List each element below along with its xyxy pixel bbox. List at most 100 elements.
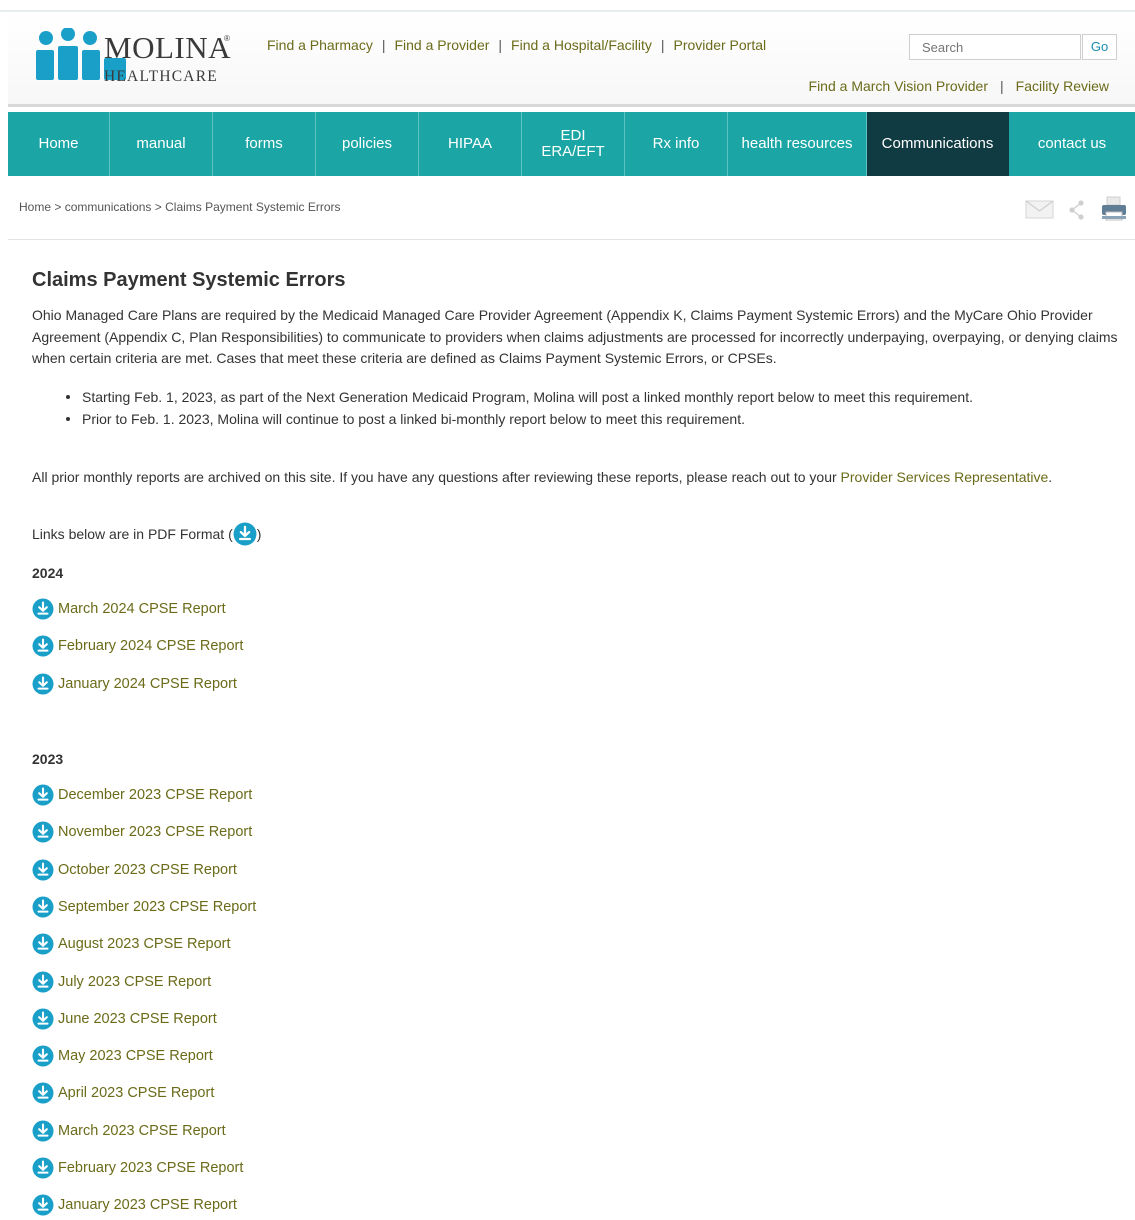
- report-link[interactable]: April 2023 CPSE Report: [58, 1085, 214, 1101]
- list-item: Prior to Feb. 1. 2023, Molina will conti…: [63, 408, 973, 430]
- download-icon[interactable]: [32, 1194, 54, 1216]
- share-icon[interactable]: [1067, 198, 1087, 222]
- pdf-note-close: ): [256, 526, 262, 542]
- nav-contact-us[interactable]: contact us: [1009, 112, 1135, 176]
- download-icon[interactable]: [32, 1157, 54, 1179]
- intro-paragraph: Ohio Managed Care Plans are required by …: [32, 307, 1118, 366]
- find-provider-link[interactable]: Find a Provider: [394, 37, 489, 53]
- utility-links: Find a Pharmacy | Find a Provider | Find a H…: [267, 37, 766, 53]
- site-header: MOLINA HEALTHCARE ® Find a Pharmacy | Find…: [8, 12, 1135, 107]
- download-icon[interactable]: [32, 971, 54, 993]
- report-link-row[interactable]: March 2024 CPSE Report: [32, 597, 226, 621]
- download-icon[interactable]: [32, 673, 54, 695]
- report-link[interactable]: July 2023 CPSE Report: [58, 974, 211, 990]
- report-link[interactable]: May 2023 CPSE Report: [58, 1048, 213, 1064]
- report-link[interactable]: February 2024 CPSE Report: [58, 638, 243, 654]
- nav-policies[interactable]: policies: [316, 112, 419, 176]
- march-vision-link[interactable]: Find a March Vision Provider: [809, 78, 988, 94]
- list-item: Starting Feb. 1, 2023, as part of the Ne…: [63, 386, 973, 408]
- report-link-row[interactable]: March 2023 CPSE Report: [32, 1119, 226, 1143]
- main-nav: Home manual forms policies HIPAA EDI ERA…: [8, 112, 1135, 176]
- logo-subtext: HEALTHCARE: [104, 68, 218, 85]
- download-icon[interactable]: [32, 821, 54, 843]
- download-icon: [233, 522, 257, 546]
- download-icon[interactable]: [32, 1082, 54, 1104]
- nav-manual[interactable]: manual: [110, 112, 213, 176]
- report-link-row[interactable]: February 2024 CPSE Report: [32, 634, 243, 658]
- breadcrumb-separator: >: [54, 200, 62, 214]
- breadcrumb-communications[interactable]: communications: [65, 200, 152, 214]
- download-icon[interactable]: [32, 859, 54, 881]
- download-icon[interactable]: [32, 635, 54, 657]
- provider-services-link[interactable]: Provider Services Representative: [841, 469, 1049, 485]
- nav-edi-line2: ERA/EFT: [541, 143, 605, 160]
- report-link-row[interactable]: January 2024 CPSE Report: [32, 672, 237, 696]
- molina-logo[interactable]: MOLINA HEALTHCARE ®: [34, 28, 234, 85]
- report-link[interactable]: October 2023 CPSE Report: [58, 862, 237, 878]
- download-icon[interactable]: [32, 933, 54, 955]
- report-link-row[interactable]: January 2023 CPSE Report: [32, 1193, 237, 1217]
- download-icon[interactable]: [32, 1045, 54, 1067]
- nav-home[interactable]: Home: [8, 112, 110, 176]
- search-input[interactable]: [909, 34, 1081, 60]
- year-heading-2024: 2024: [32, 565, 64, 581]
- report-link[interactable]: August 2023 CPSE Report: [58, 936, 231, 952]
- nav-edi-line1: EDI: [560, 127, 586, 144]
- report-link[interactable]: June 2023 CPSE Report: [58, 1011, 217, 1027]
- breadcrumb-current: Claims Payment Systemic Errors: [165, 200, 341, 214]
- report-link-row[interactable]: February 2023 CPSE Report: [32, 1156, 243, 1180]
- top-border: [0, 0, 1135, 12]
- page-tools: [1025, 196, 1129, 222]
- report-link[interactable]: December 2023 CPSE Report: [58, 787, 252, 803]
- archive-text: All prior monthly reports are archived o…: [32, 469, 841, 485]
- report-link[interactable]: March 2024 CPSE Report: [58, 601, 226, 617]
- search-box: Go: [909, 34, 1117, 62]
- download-icon[interactable]: [32, 896, 54, 918]
- registered-mark: ®: [224, 34, 230, 43]
- facility-review-link[interactable]: Facility Review: [1016, 78, 1109, 94]
- download-icon[interactable]: [32, 784, 54, 806]
- print-icon[interactable]: [1100, 196, 1128, 222]
- report-link[interactable]: February 2023 CPSE Report: [58, 1160, 243, 1176]
- provider-portal-link[interactable]: Provider Portal: [674, 37, 767, 53]
- separator: |: [498, 37, 503, 53]
- requirements-list: Starting Feb. 1, 2023, as part of the Ne…: [63, 386, 973, 430]
- download-icon[interactable]: [32, 1120, 54, 1142]
- nav-hipaa[interactable]: HIPAA: [419, 112, 522, 176]
- report-link[interactable]: January 2024 CPSE Report: [58, 676, 237, 692]
- report-link-row[interactable]: September 2023 CPSE Report: [32, 895, 256, 919]
- separator: |: [381, 37, 386, 53]
- report-link[interactable]: March 2023 CPSE Report: [58, 1123, 226, 1139]
- nav-health-resources[interactable]: health resources: [728, 112, 867, 176]
- report-link-row[interactable]: October 2023 CPSE Report: [32, 858, 237, 882]
- find-hospital-link[interactable]: Find a Hospital/Facility: [511, 37, 652, 53]
- pdf-format-note: Links below are in PDF Format ( ): [32, 522, 261, 546]
- secondary-links: Find a March Vision Provider | Facility Re…: [809, 78, 1109, 94]
- breadcrumb: Home > communications > Claims Payment S…: [19, 200, 341, 214]
- download-icon[interactable]: [32, 598, 54, 620]
- nav-edi-era-eft[interactable]: EDI ERA/EFT: [522, 112, 625, 176]
- report-link-row[interactable]: July 2023 CPSE Report: [32, 970, 211, 994]
- report-link-row[interactable]: August 2023 CPSE Report: [32, 932, 231, 956]
- search-go-button[interactable]: Go: [1082, 34, 1117, 60]
- separator: |: [1000, 78, 1004, 94]
- page-title: Claims Payment Systemic Errors: [32, 269, 346, 291]
- nav-communications[interactable]: Communications: [867, 112, 1009, 176]
- report-link-row[interactable]: December 2023 CPSE Report: [32, 783, 252, 807]
- report-link-row[interactable]: June 2023 CPSE Report: [32, 1007, 217, 1031]
- separator: |: [660, 37, 665, 53]
- report-link[interactable]: November 2023 CPSE Report: [58, 824, 252, 840]
- download-icon[interactable]: [32, 1008, 54, 1030]
- find-pharmacy-link[interactable]: Find a Pharmacy: [267, 37, 373, 53]
- breadcrumb-home[interactable]: Home: [19, 200, 51, 214]
- report-link-row[interactable]: May 2023 CPSE Report: [32, 1044, 213, 1068]
- email-icon[interactable]: [1025, 199, 1055, 221]
- page: MOLINA HEALTHCARE ® Find a Pharmacy | Find…: [0, 0, 1135, 1220]
- report-link[interactable]: January 2023 CPSE Report: [58, 1197, 237, 1213]
- nav-forms[interactable]: forms: [213, 112, 316, 176]
- report-link-row[interactable]: April 2023 CPSE Report: [32, 1081, 214, 1105]
- report-link-row[interactable]: November 2023 CPSE Report: [32, 820, 252, 844]
- archive-paragraph: All prior monthly reports are archived o…: [32, 467, 1092, 488]
- nav-rx-info[interactable]: Rx info: [625, 112, 728, 176]
- report-link[interactable]: September 2023 CPSE Report: [58, 899, 256, 915]
